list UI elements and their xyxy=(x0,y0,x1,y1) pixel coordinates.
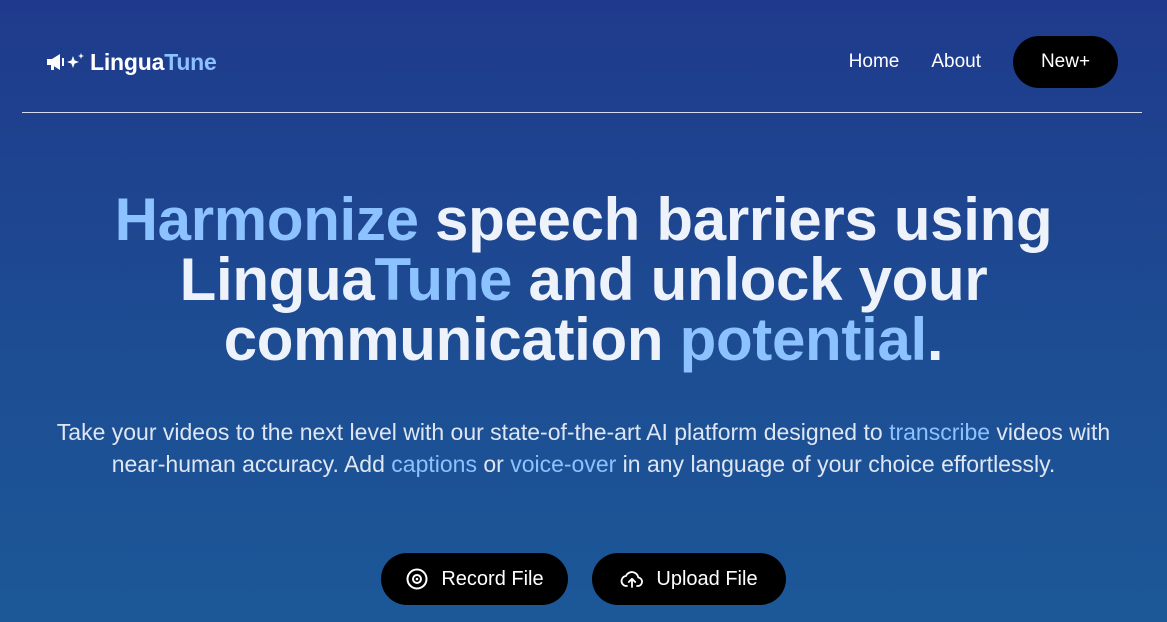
brand-logo[interactable]: LinguaTune xyxy=(46,48,217,76)
nav-home-link[interactable]: Home xyxy=(849,51,900,73)
record-icon xyxy=(406,568,428,590)
captions-link[interactable]: captions xyxy=(391,451,477,477)
brand-name-part2: Tune xyxy=(164,48,217,75)
hero-title-period: . xyxy=(926,306,944,373)
hero-actions: Record File Upload File xyxy=(0,553,1167,605)
upload-file-button[interactable]: Upload File xyxy=(592,553,786,605)
nav-links: Home About New+ xyxy=(849,36,1118,88)
subtitle-text-1: Take your videos to the next level with … xyxy=(56,419,890,445)
voice-over-link[interactable]: voice-over xyxy=(510,451,616,477)
record-file-button[interactable]: Record File xyxy=(381,553,568,605)
nav-about-link[interactable]: About xyxy=(931,51,981,73)
hero-title-highlight-1: Harmonize xyxy=(114,186,419,253)
new-button[interactable]: New+ xyxy=(1013,36,1118,88)
transcribe-link[interactable]: transcribe xyxy=(889,419,990,445)
record-file-label: Record File xyxy=(441,567,544,590)
upload-file-label: Upload File xyxy=(656,567,758,590)
megaphone-sparkle-icon xyxy=(47,53,84,70)
brand-name: LinguaTune xyxy=(90,49,217,76)
hero-subtitle: Take your videos to the next level with … xyxy=(40,417,1127,480)
subtitle-text-4: in any language of your choice effortles… xyxy=(616,450,1056,477)
cloud-upload-icon xyxy=(621,571,644,588)
hero-title-brand-part1: Lingua xyxy=(179,246,375,313)
subtitle-text-3: or xyxy=(476,450,511,477)
hero-title-text-1: speech barriers using xyxy=(418,186,1053,253)
hero-title-brand-part2: Tune xyxy=(374,246,513,313)
top-navbar: LinguaTune Home About New+ xyxy=(0,0,1167,113)
brand-name-part1: Lingua xyxy=(90,48,165,75)
hero-title: Harmonize speech barriers using LinguaTu… xyxy=(40,190,1127,370)
header-divider xyxy=(22,112,1142,113)
hero-title-highlight-2: potential xyxy=(679,306,928,373)
